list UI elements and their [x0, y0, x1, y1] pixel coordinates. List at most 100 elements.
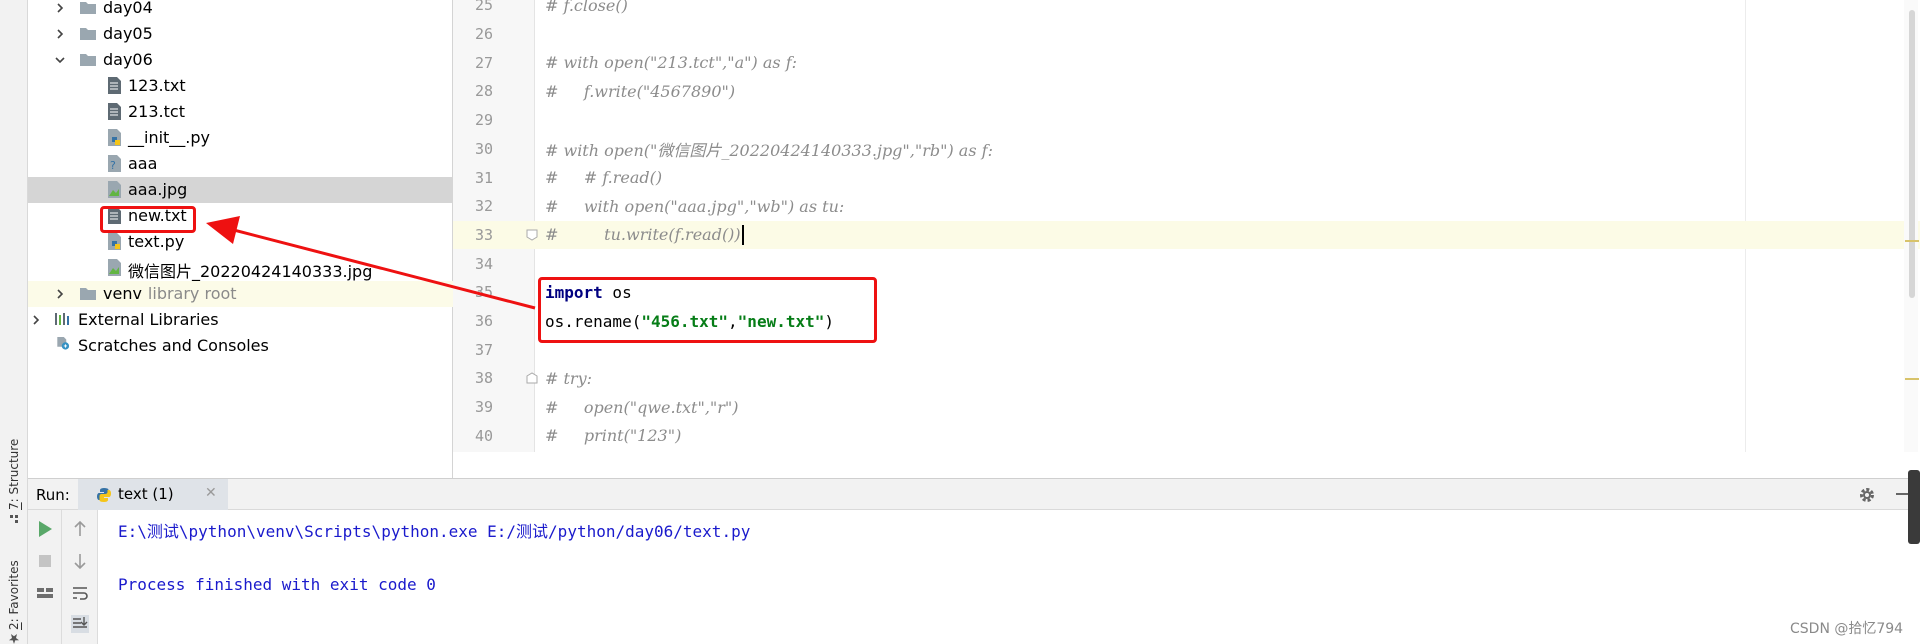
watermark: CSDN @拾忆794	[1790, 621, 1904, 637]
python-file-icon	[108, 233, 121, 250]
tree-item-label: venv library root	[103, 284, 237, 303]
folder-icon	[80, 28, 96, 40]
tree-item-label: 微信图片_20220424140333.jpg	[128, 262, 373, 281]
tree-item-wechat-image[interactable]: 微信图片_20220424140333.jpg	[28, 255, 453, 281]
minimize-icon[interactable]	[1896, 493, 1908, 495]
soft-wrap-icon[interactable]	[70, 583, 90, 603]
chevron-right-icon[interactable]	[54, 28, 66, 40]
tree-item-venv[interactable]: venv library root	[28, 281, 453, 307]
library-root-hint: library root	[147, 284, 237, 303]
line-number: 34	[474, 254, 493, 273]
code-line[interactable]: 40 # print("123")	[453, 422, 1920, 451]
line-number: 29	[474, 111, 493, 130]
tree-item-label: 213.tct	[128, 102, 185, 121]
fold-marker-icon[interactable]	[526, 229, 538, 241]
tree-item-123-txt[interactable]: 123.txt	[28, 73, 453, 99]
structure-tab-label: : Structure	[7, 438, 21, 503]
tree-item-text-py[interactable]: text.py	[28, 229, 453, 255]
code-text: # f.write("4567890")	[545, 81, 736, 101]
chevron-right-icon[interactable]	[30, 314, 42, 326]
run-tab[interactable]: text (1) ✕	[78, 479, 228, 510]
tree-item-day04[interactable]: day04	[28, 0, 453, 21]
close-icon[interactable]: ✕	[205, 485, 217, 501]
code-line[interactable]: 27 # with open("213.tct","a") as f:	[453, 48, 1920, 77]
run-tab-label: text (1)	[118, 485, 174, 503]
ide-window: 7: Structure 2: Favorites day04 day05 da…	[0, 0, 1920, 644]
tree-item-label: Scratches and Consoles	[78, 336, 269, 355]
tree-item-label: aaa.jpg	[128, 180, 188, 199]
line-number: 28	[474, 82, 493, 101]
tree-item-external-libraries[interactable]: External Libraries	[28, 307, 453, 333]
stop-icon[interactable]	[35, 551, 55, 571]
code-text: # f.close()	[545, 0, 628, 15]
tree-item-label: day04	[103, 0, 153, 17]
tree-item-label: aaa	[128, 154, 158, 173]
run-toolbar-right	[62, 510, 98, 644]
code-line[interactable]: 34	[453, 249, 1920, 278]
scroll-to-end-icon[interactable]	[70, 614, 90, 634]
run-title: Run:	[36, 486, 70, 504]
libraries-icon	[55, 313, 69, 325]
code-line[interactable]: 25 # f.close()	[453, 0, 1920, 20]
tree-item-day05[interactable]: day05	[28, 21, 453, 47]
arrow-down-icon[interactable]	[70, 551, 90, 571]
gear-icon[interactable]	[1858, 486, 1876, 504]
editor-scrollbar-thumb[interactable]	[1909, 10, 1915, 298]
run-panel-header: Run: text (1) ✕	[28, 478, 1920, 510]
text-caret	[741, 225, 744, 246]
line-number: 38	[474, 369, 493, 388]
tree-item-new-txt[interactable]: new.txt	[28, 203, 453, 229]
tree-item-213-tct[interactable]: 213.tct	[28, 99, 453, 125]
annotation-box-code	[538, 277, 877, 343]
code-line[interactable]: 29	[453, 106, 1920, 135]
line-number: 31	[474, 168, 493, 187]
tree-item-label: 123.txt	[128, 76, 186, 95]
chevron-right-icon[interactable]	[54, 2, 66, 14]
favorites-tab-label: : Favorites	[7, 560, 21, 623]
tree-item-scratches[interactable]: Scratches and Consoles	[28, 333, 453, 359]
error-stripe-marker[interactable]	[1905, 378, 1919, 380]
structure-tool-tab[interactable]: 7: Structure	[2, 428, 26, 524]
tree-item-aaa[interactable]: ? aaa	[28, 151, 453, 177]
code-line[interactable]: 32 # with open("aaa.jpg","wb") as tu:	[453, 192, 1920, 221]
code-text: # open("qwe.txt","r")	[545, 397, 739, 417]
line-number: 40	[474, 426, 493, 445]
code-line[interactable]: 26	[453, 20, 1920, 49]
favorites-tool-tab[interactable]: 2: Favorites	[2, 552, 26, 644]
tree-item-label: day05	[103, 24, 153, 43]
tree-item-day06[interactable]: day06	[28, 47, 453, 73]
tree-item-init-py[interactable]: __init__.py	[28, 125, 453, 151]
favorites-tab-key: 2	[7, 622, 21, 630]
code-editor[interactable]: 25 # f.close() 26 27 # with open("213.tct"…	[453, 0, 1920, 452]
line-number: 33	[474, 225, 493, 244]
fold-marker-icon[interactable]	[526, 372, 538, 384]
folder-icon	[80, 288, 96, 300]
layout-icon[interactable]	[35, 583, 55, 603]
code-line[interactable]: 28 # f.write("4567890")	[453, 77, 1920, 106]
code-line[interactable]: 31 # # f.read()	[453, 163, 1920, 192]
star-icon	[9, 634, 19, 644]
code-text: # try:	[545, 368, 592, 388]
unknown-file-icon: ?	[108, 155, 121, 172]
run-console-panel: E:\测试\python\venv\Scripts\python.exe E:/…	[28, 510, 1920, 644]
code-line[interactable]: 38 # try:	[453, 364, 1920, 393]
code-line[interactable]: 30 # with open("微信图片_20220424140333.jpg",…	[453, 135, 1920, 164]
line-number: 39	[474, 398, 493, 417]
line-number: 30	[474, 139, 493, 158]
code-line[interactable]: 39 # open("qwe.txt","r")	[453, 393, 1920, 422]
arrow-up-icon[interactable]	[70, 519, 90, 539]
tree-item-aaa-jpg[interactable]: aaa.jpg	[28, 177, 453, 203]
annotation-box-new-txt	[100, 206, 196, 233]
rerun-icon[interactable]	[35, 519, 55, 539]
folder-icon	[80, 54, 96, 66]
code-text: # with open("aaa.jpg","wb") as tu:	[545, 196, 845, 216]
left-tool-strip: 7: Structure 2: Favorites	[0, 0, 28, 644]
current-code-line[interactable]: 33 # tu.write(f.read())	[453, 220, 1920, 250]
line-number: 32	[474, 197, 493, 216]
tree-item-label: day06	[103, 50, 153, 69]
error-stripe-marker[interactable]	[1905, 240, 1919, 242]
chevron-down-icon[interactable]	[54, 54, 66, 66]
text-file-icon	[108, 103, 121, 120]
chevron-right-icon[interactable]	[54, 288, 66, 300]
memory-indicator	[1908, 470, 1920, 544]
